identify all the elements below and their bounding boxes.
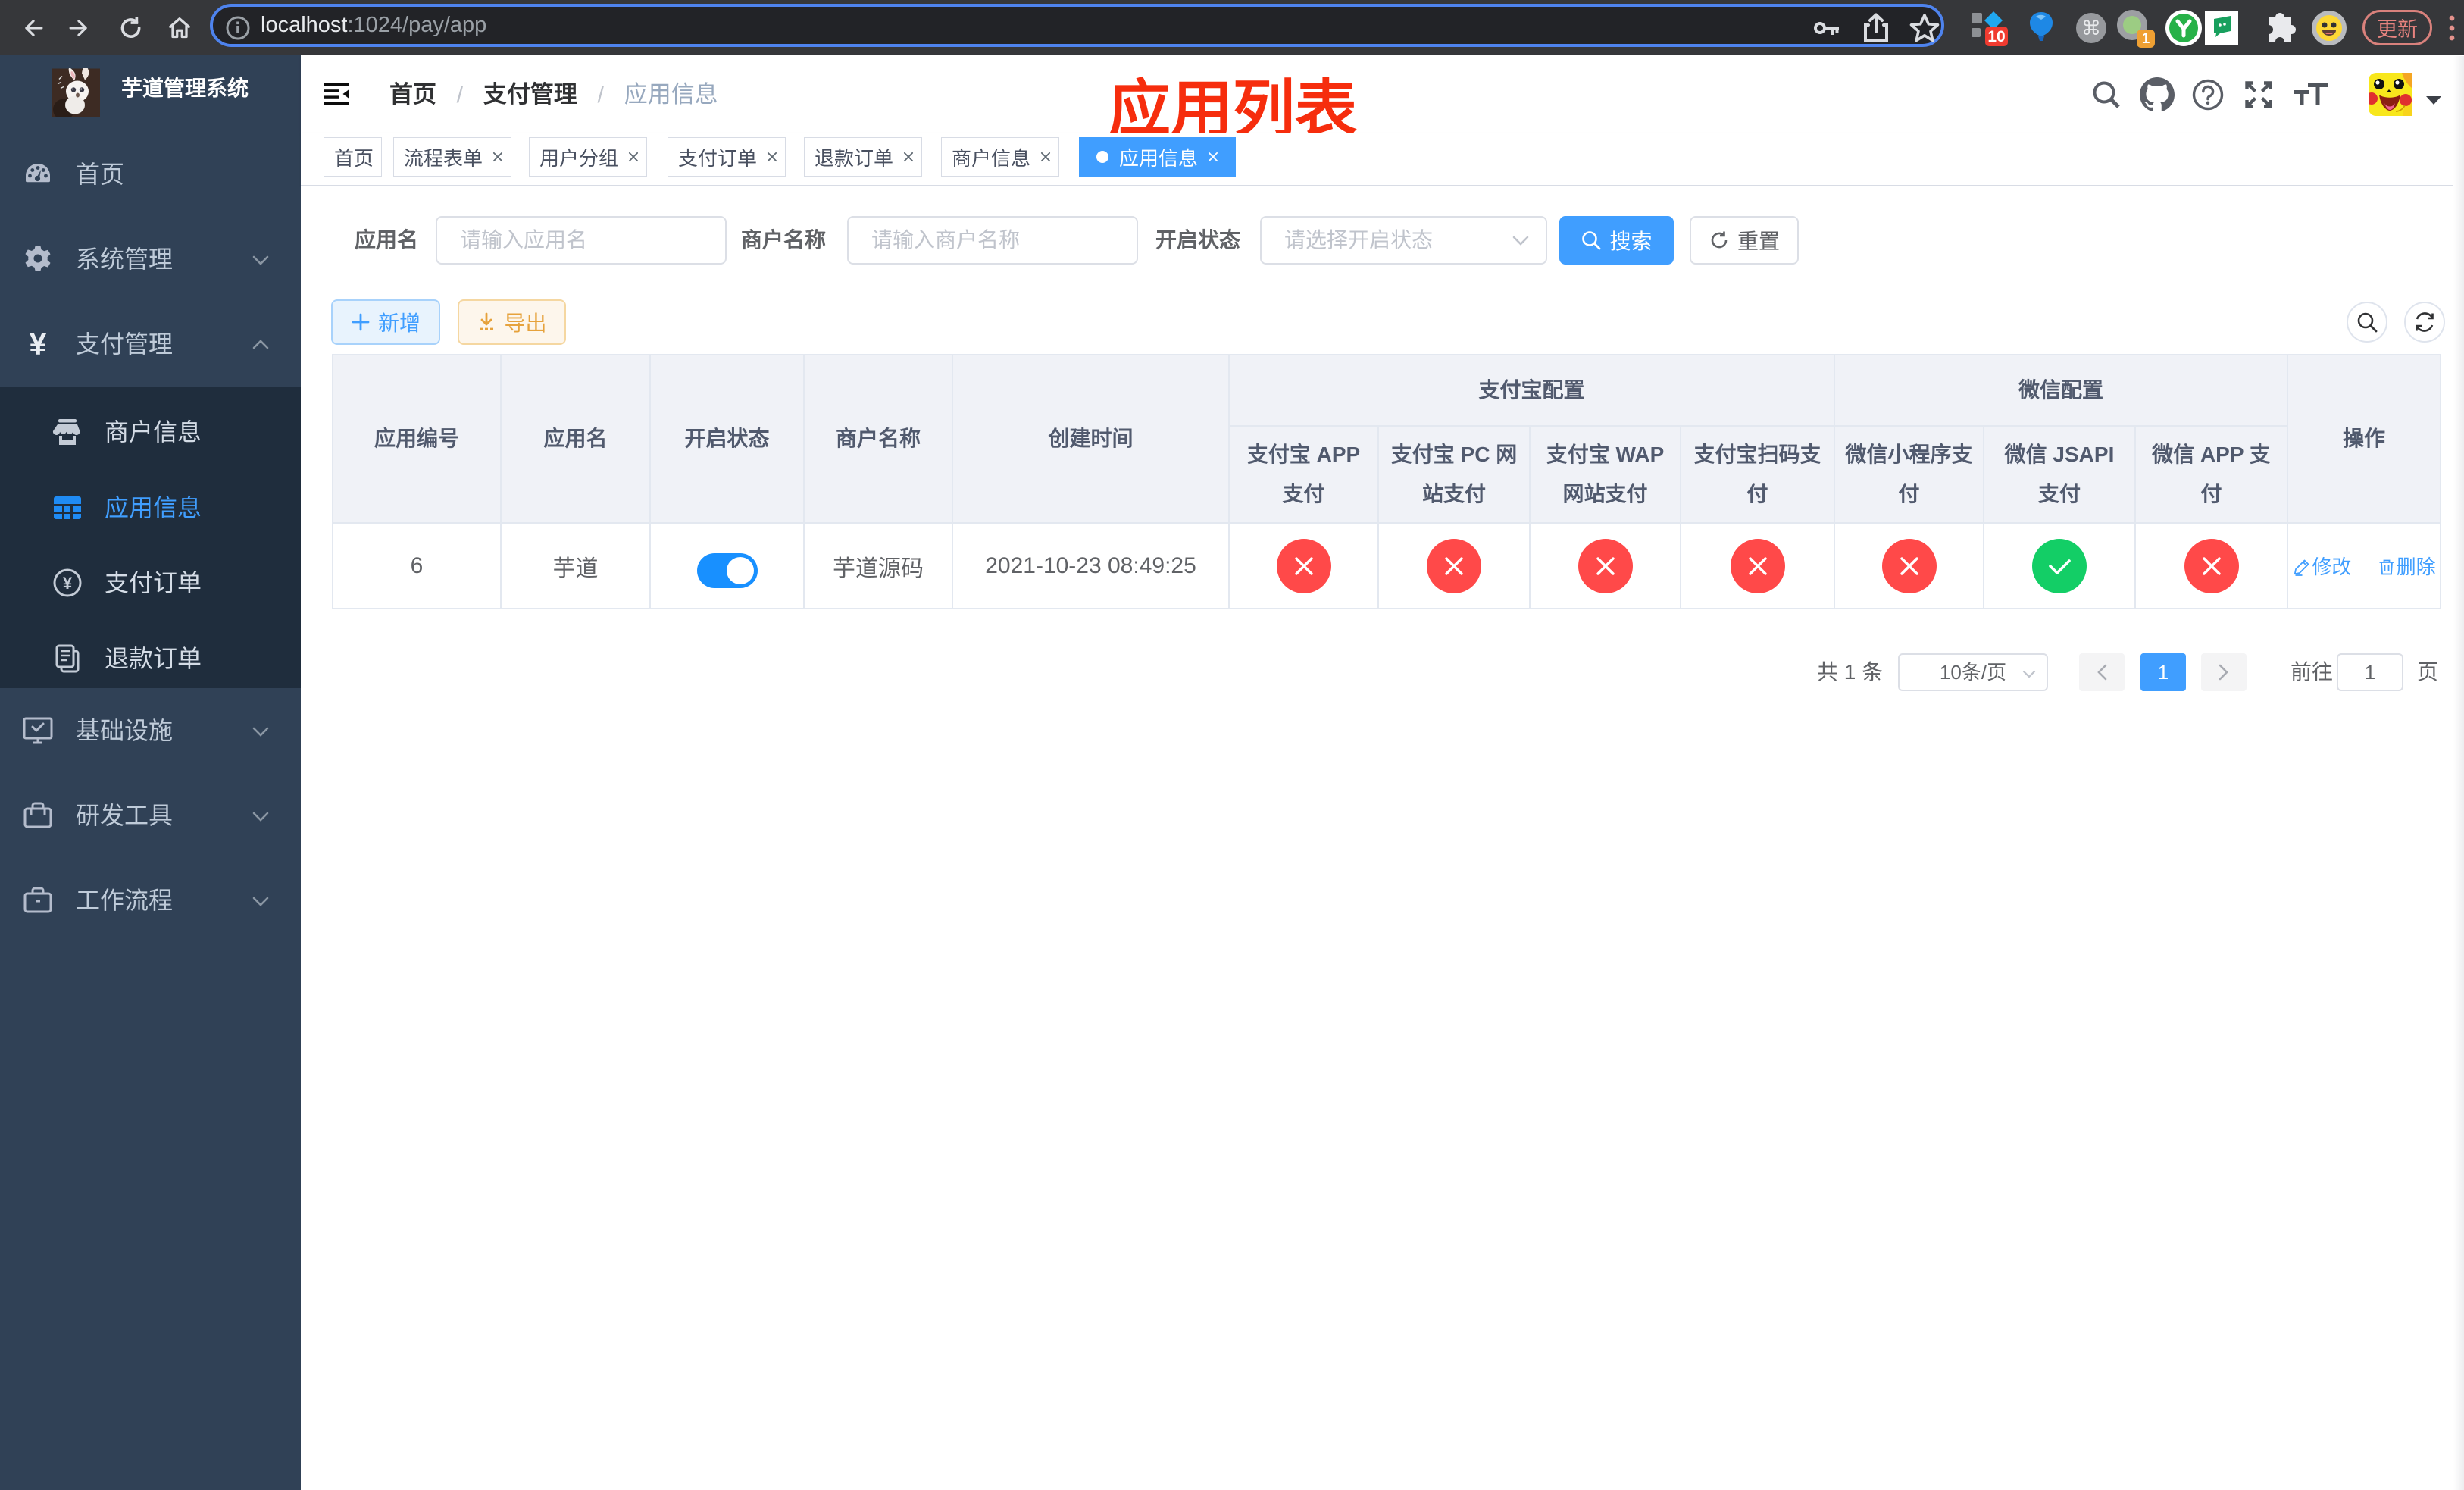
svg-text:10: 10	[1987, 28, 2005, 45]
svg-text:1: 1	[2142, 31, 2150, 47]
svg-text:⌘: ⌘	[2081, 17, 2101, 39]
svg-text:¥: ¥	[63, 574, 73, 593]
